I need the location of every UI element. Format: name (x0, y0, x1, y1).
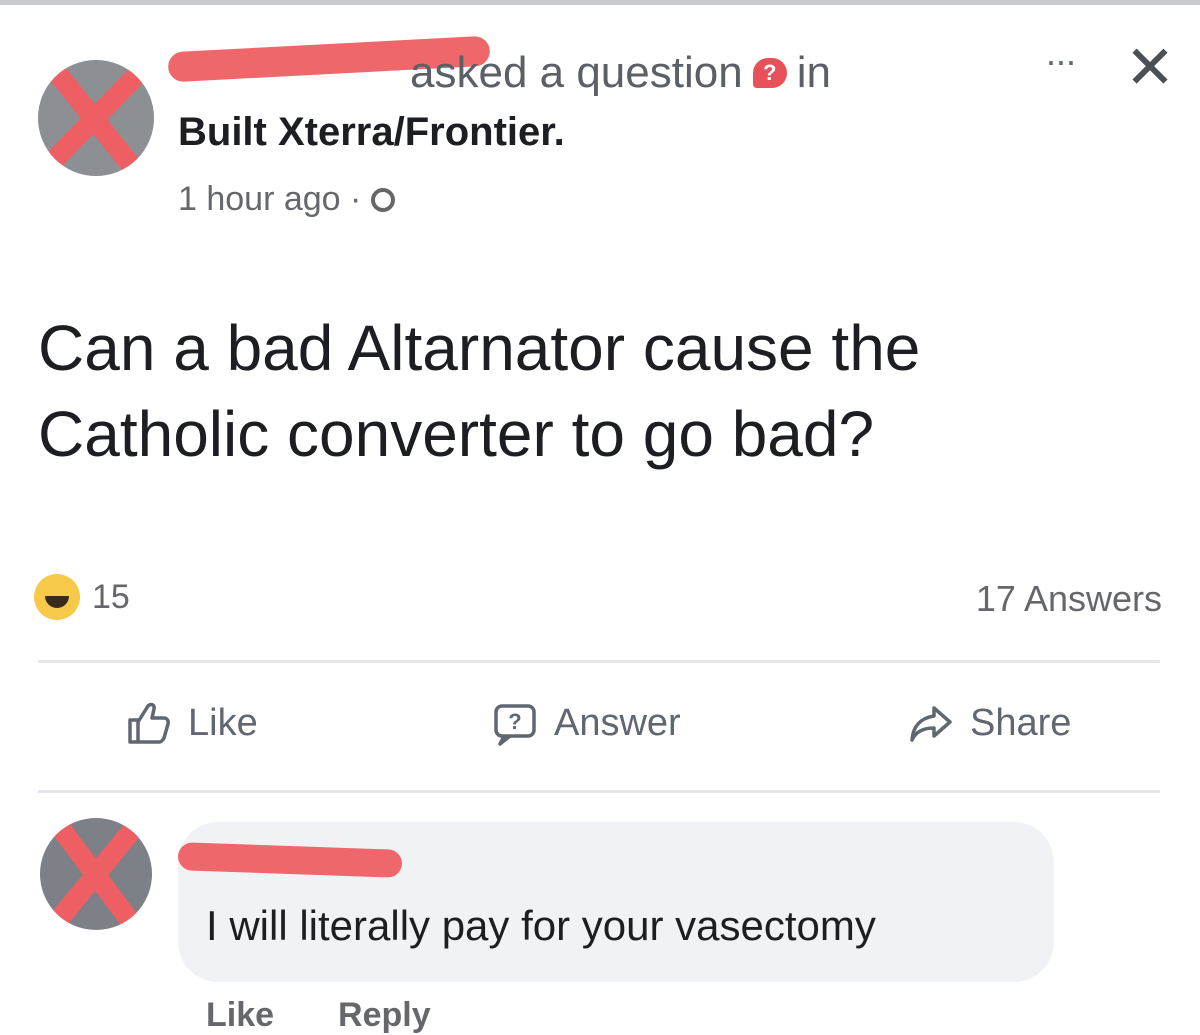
comment-reply-button[interactable]: Reply (338, 996, 431, 1035)
question-bubble-icon: ? (752, 58, 787, 88)
post-action-text: asked a question (410, 48, 743, 97)
divider-top (38, 660, 1160, 663)
share-button[interactable]: Share (906, 698, 1071, 748)
question-text: Can a bad Altarnator cause the Catholic … (38, 305, 1158, 477)
top-border (0, 0, 1200, 5)
group-name-link[interactable]: Built Xterra/Frontier. (178, 110, 565, 155)
globe-icon (371, 187, 396, 212)
question-line-2: Catholic converter to go bad? (38, 398, 875, 470)
thumbs-up-icon (128, 702, 170, 744)
question-icon: ? (494, 704, 536, 746)
answer-button[interactable]: ? Answer (490, 698, 681, 748)
close-button[interactable]: ✕ (1120, 38, 1180, 100)
comment-like-button[interactable]: Like (206, 996, 274, 1035)
post-timestamp: 1 hour ago · (178, 180, 396, 219)
reaction-count: 15 (92, 577, 130, 616)
post-header-line: asked a question ? in (410, 48, 831, 98)
answer-label: Answer (554, 701, 681, 744)
svg-text:?: ? (508, 709, 521, 734)
reaction-summary[interactable]: 15 (34, 574, 130, 620)
comment-actions: Like Reply (206, 996, 431, 1035)
post-in-text: in (796, 48, 831, 97)
commenter-avatar[interactable] (40, 818, 152, 930)
question-line-1: Can a bad Altarnator cause the (38, 312, 921, 384)
divider-bottom (38, 790, 1160, 793)
timestamp-text[interactable]: 1 hour ago · (178, 180, 361, 219)
haha-reaction-icon (34, 574, 80, 620)
more-options-button[interactable]: ··· (1030, 40, 1090, 90)
like-button[interactable]: Like (124, 698, 258, 748)
share-arrow-icon (910, 706, 952, 742)
like-label: Like (188, 701, 258, 744)
redaction-scribble (40, 818, 152, 930)
share-label: Share (970, 701, 1072, 744)
poster-avatar[interactable] (38, 60, 154, 176)
redaction-scribble (38, 60, 154, 176)
comment-text: I will literally pay for your vasectomy (206, 902, 876, 949)
answers-count-link[interactable]: 17 Answers (976, 578, 1162, 620)
